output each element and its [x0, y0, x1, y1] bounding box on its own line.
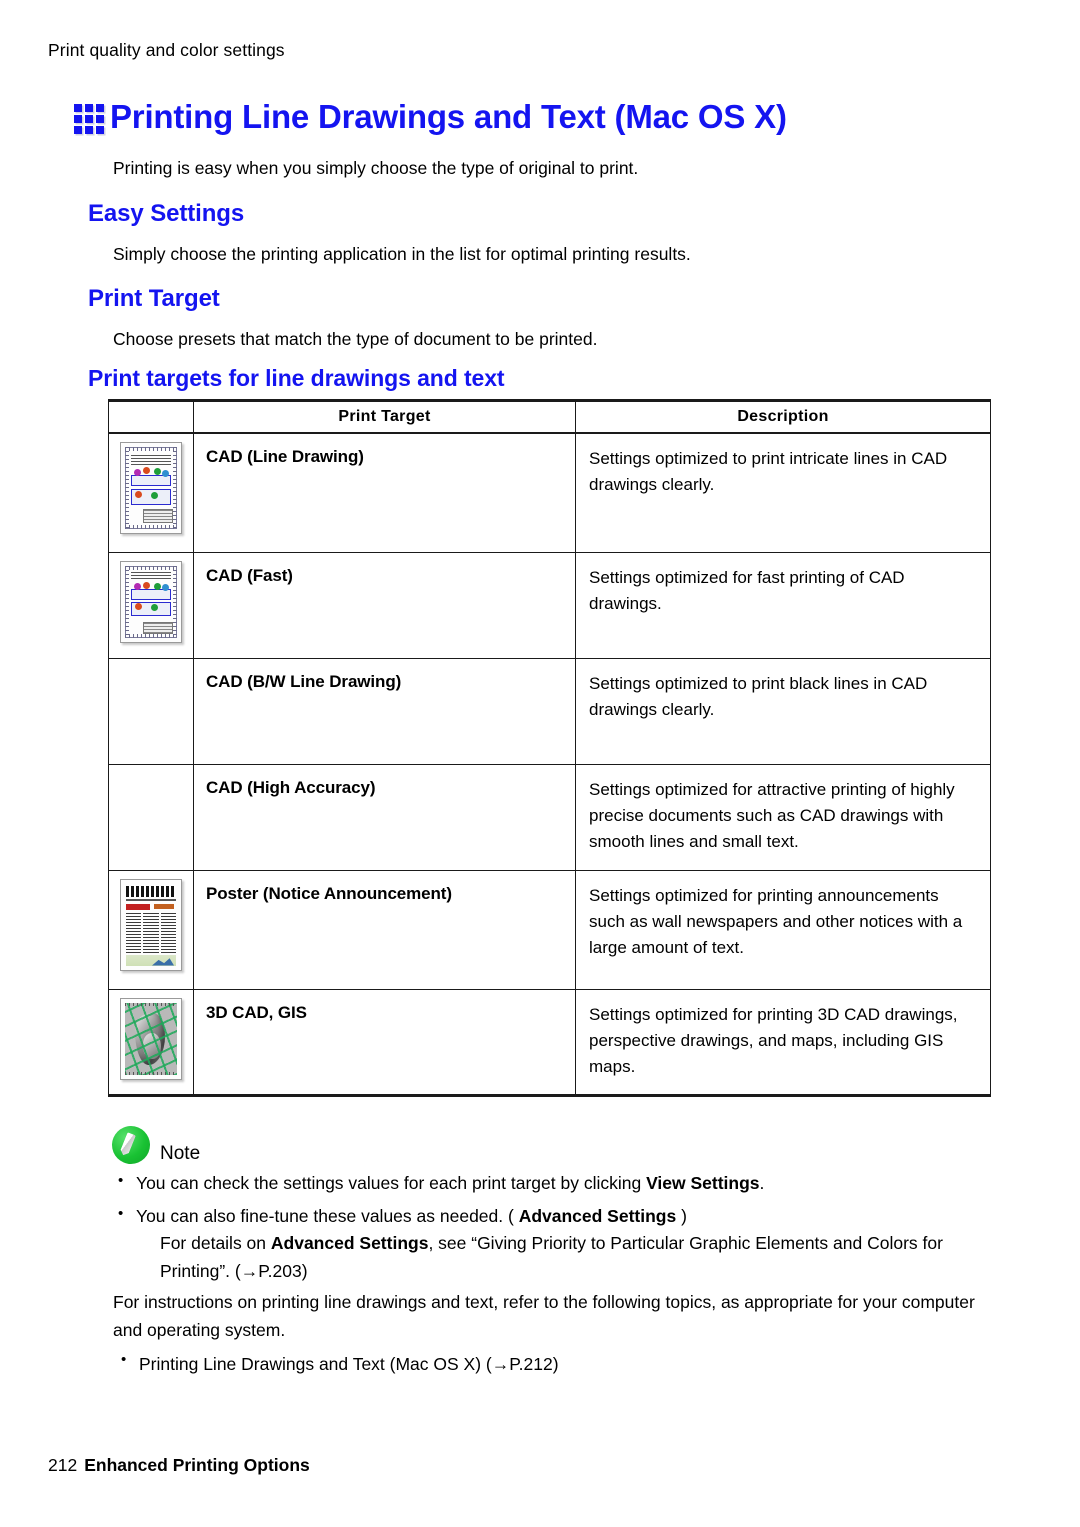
note-item-text-after: ) — [676, 1205, 687, 1226]
row-name: CAD (B/W Line Drawing) — [193, 657, 576, 765]
table-header-description: Description — [575, 400, 991, 434]
table-header-thumbnail — [108, 400, 194, 434]
row-description: Settings optimized for attractive printi… — [575, 763, 991, 871]
note-continuation-before: For details on — [160, 1233, 271, 1254]
table-caption: Print targets for line drawings and text — [88, 365, 505, 391]
closing-link-item[interactable]: Printing Line Drawings and Text (Mac OS … — [113, 1348, 983, 1378]
document-page: Print quality and color settings Printin… — [0, 0, 1080, 1527]
closing-paragraph: For instructions on printing line drawin… — [113, 1292, 975, 1340]
row-name: CAD (High Accuracy) — [193, 763, 576, 871]
closing-block: For instructions on printing line drawin… — [113, 1288, 983, 1378]
print-targets-table: Print Target Description CAD (Line Drawi… — [108, 399, 991, 1097]
note-item-text-before: You can also fine-tune these values as n… — [136, 1205, 519, 1226]
note-item-text-before: You can check the settings values for ea… — [136, 1173, 647, 1193]
note-label: Note — [160, 1143, 201, 1164]
page-footer: 212 Enhanced Printing Options — [48, 1455, 310, 1476]
footer-page-number: 212 — [48, 1455, 78, 1475]
row-name: CAD (Line Drawing) — [193, 432, 576, 553]
row-thumbnail-cell — [108, 869, 194, 990]
note-block: Note You can check the settings values f… — [112, 1118, 992, 1291]
section-heading-easy-settings: Easy Settings — [88, 200, 245, 227]
section-text-print-target: Choose presets that match the type of do… — [113, 329, 598, 349]
closing-link-label: Printing Line Drawings and Text (Mac OS … — [139, 1354, 559, 1374]
section-heading-print-target: Print Target — [88, 285, 220, 312]
row-name: 3D CAD, GIS — [193, 988, 576, 1096]
note-continuation-bold: Advanced Settings — [270, 1233, 429, 1254]
row-description: Settings optimized to print black lines … — [575, 657, 991, 765]
row-thumbnail-cell — [108, 763, 194, 871]
row-thumbnail-cell — [108, 551, 194, 659]
row-thumbnail-cell — [108, 432, 194, 553]
row-description: Settings optimized for fast printing of … — [575, 551, 991, 659]
note-item: You can check the settings values for ea… — [112, 1169, 992, 1198]
row-description: Settings optimized for printing 3D CAD d… — [575, 988, 991, 1096]
table-row: CAD (Line Drawing) Settings optimized to… — [108, 432, 991, 553]
footer-section-title: Enhanced Printing Options — [84, 1455, 310, 1475]
table-header-row: Print Target Description — [108, 400, 991, 434]
table-row: CAD (B/W Line Drawing) Settings optimize… — [108, 657, 991, 765]
grid-squares-icon — [74, 103, 104, 134]
row-description: Settings optimized to print intricate li… — [575, 432, 991, 553]
row-thumbnail-cell — [108, 657, 194, 765]
closing-links: Printing Line Drawings and Text (Mac OS … — [113, 1348, 983, 1378]
note-continuation: For details on Advanced Settings, see “G… — [136, 1230, 992, 1285]
note-list: You can check the settings values for ea… — [112, 1169, 992, 1286]
section-text-easy-settings: Simply choose the printing application i… — [113, 244, 691, 264]
row-name: CAD (Fast) — [193, 551, 576, 659]
3d-cad-gis-thumbnail — [120, 997, 182, 1080]
chapter-intro: Printing is easy when you simply choose … — [113, 158, 639, 178]
row-thumbnail-cell — [108, 988, 194, 1096]
table-row: CAD (High Accuracy) Settings optimized f… — [108, 763, 991, 871]
poster-newspaper-thumbnail — [120, 878, 182, 971]
cad-fast-thumbnail — [120, 560, 182, 643]
table-header-print-target: Print Target — [193, 400, 576, 434]
cad-line-drawing-thumbnail — [120, 442, 182, 534]
note-item-text-after: . — [759, 1173, 765, 1193]
running-header: Print quality and color settings — [48, 40, 285, 60]
chapter-title-row: Printing Line Drawings and Text (Mac OS … — [74, 98, 787, 136]
note-item: You can also fine-tune these values as n… — [112, 1202, 992, 1286]
page-title: Printing Line Drawings and Text (Mac OS … — [110, 98, 787, 135]
note-item-bold: Advanced Settings — [518, 1205, 677, 1226]
note-item-bold: View Settings — [646, 1173, 760, 1193]
pencil-note-icon — [112, 1126, 150, 1164]
note-header: Note — [112, 1118, 992, 1164]
row-name: Poster (Notice Announcement) — [193, 869, 576, 990]
table-row: Poster (Notice Announcement) Settings op… — [108, 869, 991, 990]
row-description: Settings optimized for printing announce… — [575, 869, 991, 990]
table-row: 3D CAD, GIS Settings optimized for print… — [108, 988, 991, 1096]
table-row: CAD (Fast) Settings optimized for fast p… — [108, 551, 991, 659]
